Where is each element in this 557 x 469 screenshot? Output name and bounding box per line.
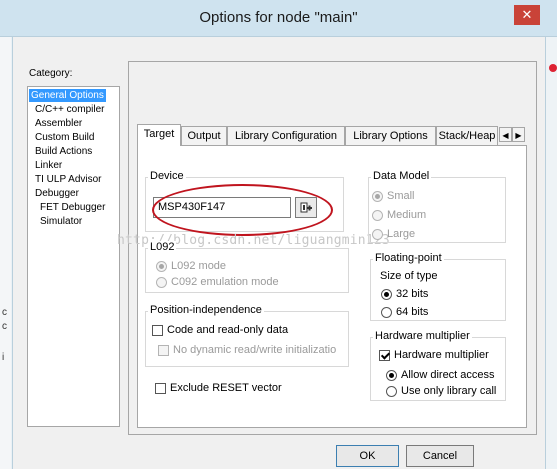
background-fragment: c (2, 307, 7, 318)
radio-icon (372, 228, 383, 240)
float-64-bits-radio[interactable]: 64 bits (381, 305, 428, 319)
checkbox-icon (152, 324, 163, 336)
background-marker-icon (549, 64, 557, 72)
radio-icon (381, 288, 392, 300)
float-64-bits-label: 64 bits (396, 306, 429, 318)
background-fragment: c (2, 321, 7, 332)
category-item-fet-debugger[interactable]: FET Debugger (40, 201, 105, 214)
data-model-medium-radio[interactable]: Medium (372, 208, 426, 222)
cancel-button[interactable]: Cancel (406, 445, 474, 467)
l092-mode-label: L092 mode (171, 260, 227, 272)
category-item-c-cpp-compiler[interactable]: C/C++ compiler (35, 103, 104, 116)
radio-icon (156, 260, 167, 272)
category-label: Category: (29, 68, 73, 79)
hardware-multiplier-title: Hardware multiplier (373, 330, 472, 342)
radio-icon (372, 209, 383, 221)
code-readonly-checkbox[interactable]: Code and read-only data (152, 323, 288, 337)
category-item-debugger[interactable]: Debugger (35, 187, 79, 200)
allow-direct-access-radio[interactable]: Allow direct access (386, 368, 495, 382)
category-item-linker[interactable]: Linker (35, 159, 62, 172)
use-library-call-label: Use only library call (401, 385, 497, 397)
hardware-multiplier-label: Hardware multiplier (394, 349, 489, 361)
use-library-call-radio[interactable]: Use only library call (386, 384, 496, 398)
data-model-medium-label: Medium (387, 209, 427, 221)
category-list[interactable]: General Options C/C++ compiler Assembler… (27, 86, 120, 427)
exclude-reset-label: Exclude RESET vector (170, 382, 282, 394)
radio-icon (156, 276, 167, 288)
checkbox-icon (158, 344, 169, 356)
c092-emulation-label: C092 emulation mode (171, 276, 279, 288)
tab-target[interactable]: Target (137, 124, 181, 146)
position-independence-title: Position-independence (148, 304, 264, 316)
radio-icon (372, 190, 383, 202)
category-item-build-actions[interactable]: Build Actions (35, 145, 92, 158)
ok-button[interactable]: OK (336, 445, 399, 467)
exclude-reset-checkbox[interactable]: Exclude RESET vector (155, 381, 282, 395)
data-model-small-radio[interactable]: Small (372, 189, 415, 203)
data-model-small-label: Small (387, 190, 415, 202)
window-title: Options for node "main" (199, 9, 358, 26)
tab-library-configuration[interactable]: Library Configuration (227, 126, 345, 145)
position-independence-group (145, 311, 349, 367)
category-item-custom-build[interactable]: Custom Build (35, 131, 94, 144)
close-button[interactable]: ✕ (514, 5, 540, 25)
category-item-simulator[interactable]: Simulator (40, 215, 82, 228)
radio-icon (381, 306, 392, 318)
category-item-general-options[interactable]: General Options (29, 89, 106, 102)
hardware-multiplier-checkbox[interactable]: Hardware multiplier (379, 348, 489, 362)
code-readonly-label: Code and read-only data (167, 324, 289, 336)
l092-group-title: L092 (148, 241, 177, 253)
background-app-right (545, 37, 557, 469)
category-item-ti-ulp-advisor[interactable]: TI ULP Advisor (35, 173, 102, 186)
background-fragment: i (2, 352, 5, 363)
radio-icon (386, 385, 397, 397)
data-model-large-radio[interactable]: Large (372, 227, 415, 241)
tab-scroll-left-icon[interactable]: ◀ (499, 127, 512, 142)
float-32-bits-label: 32 bits (396, 288, 429, 300)
no-dynamic-init-label: No dynamic read/write initializatio (173, 344, 337, 356)
radio-icon (386, 369, 397, 381)
size-of-type-label: Size of type (380, 270, 438, 282)
category-item-assembler[interactable]: Assembler (35, 117, 82, 130)
checkbox-icon (155, 382, 166, 394)
allow-direct-access-label: Allow direct access (401, 369, 495, 381)
data-model-large-label: Large (387, 228, 416, 240)
background-app-left (0, 37, 11, 469)
tab-stack-heap[interactable]: Stack/Heap (436, 126, 498, 145)
tab-library-options[interactable]: Library Options (345, 126, 436, 145)
c092-emulation-radio[interactable]: C092 emulation mode (156, 275, 279, 289)
tab-output[interactable]: Output (181, 126, 227, 145)
device-group-title: Device (148, 170, 186, 182)
data-model-title: Data Model (371, 170, 432, 182)
floating-point-title: Floating-point (373, 252, 444, 264)
float-32-bits-radio[interactable]: 32 bits (381, 287, 428, 301)
tab-scroll-right-icon[interactable]: ▶ (512, 127, 525, 142)
checkbox-icon (379, 349, 390, 361)
annotation-ellipse (152, 184, 333, 236)
l092-mode-radio[interactable]: L092 mode (156, 259, 226, 273)
no-dynamic-init-checkbox[interactable]: No dynamic read/write initializatio (158, 343, 336, 357)
